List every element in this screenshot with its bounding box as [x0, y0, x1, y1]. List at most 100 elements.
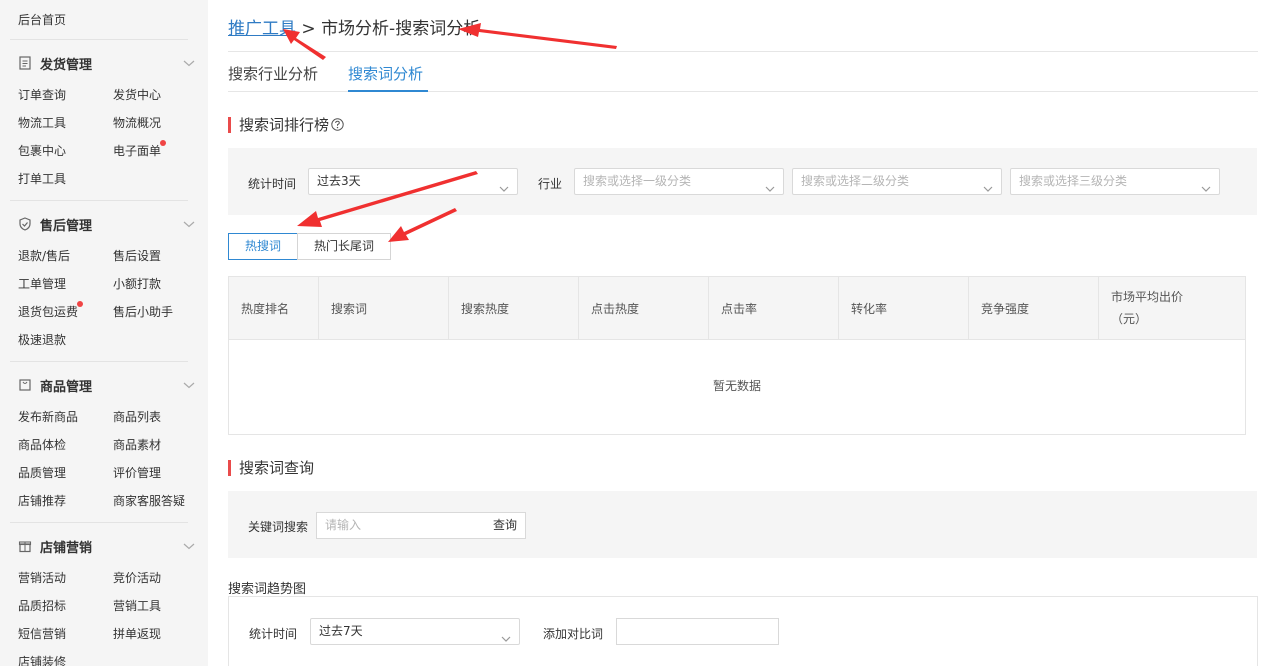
- sidebar-group-header[interactable]: 商品管理: [18, 376, 196, 395]
- divider: [228, 51, 1258, 52]
- compare-word-input[interactable]: [616, 618, 779, 645]
- time-label: 统计时间: [248, 177, 297, 191]
- column-header: 竞争强度: [969, 277, 1099, 339]
- category-3-select[interactable]: 搜索或选择三级分类: [1010, 168, 1220, 195]
- chevron-down-icon: [765, 177, 775, 192]
- column-header: 搜索词: [319, 277, 449, 339]
- chevron-down-icon[interactable]: [182, 540, 196, 550]
- column-header: 点击热度: [579, 277, 709, 339]
- trend-time-select[interactable]: 过去7天: [310, 618, 520, 645]
- sidebar-item-store-recommend[interactable]: 店铺推荐: [18, 492, 66, 509]
- help-icon[interactable]: [331, 118, 344, 131]
- chevron-down-icon[interactable]: [182, 218, 196, 228]
- sidebar-item-shipping-center[interactable]: 发货中心: [113, 86, 161, 103]
- sidebar-item-refund[interactable]: 退款/售后: [18, 247, 70, 264]
- sidebar-item-logistics-tools[interactable]: 物流工具: [18, 114, 66, 131]
- column-header-unit: （元）: [1111, 312, 1148, 326]
- divider: [10, 522, 188, 523]
- sidebar-item-sms-marketing[interactable]: 短信营销: [18, 625, 66, 642]
- active-tab-indicator: [348, 90, 428, 92]
- compare-word-label: 添加对比词: [543, 627, 604, 641]
- trend-time-value: 过去7天: [319, 624, 363, 638]
- section-title-query: 搜索词查询: [228, 460, 314, 476]
- ranking-filter-bar: 统计时间 过去3天 行业 搜索或选择一级分类 搜索或选择二级分类 搜索或选择三级…: [228, 148, 1257, 215]
- column-header-text: 市场平均出价: [1111, 290, 1184, 304]
- long-tail-words-tab[interactable]: 热门长尾词: [297, 233, 391, 260]
- sidebar-item-logistics-overview[interactable]: 物流概况: [113, 114, 161, 131]
- tab-industry-analysis[interactable]: 搜索行业分析: [228, 63, 318, 84]
- category-2-placeholder: 搜索或选择二级分类: [801, 174, 910, 188]
- column-header-avg-bid: 市场平均出价 （元）: [1099, 277, 1245, 339]
- category-3-placeholder: 搜索或选择三级分类: [1019, 174, 1128, 188]
- sidebar-group-title: 售后管理: [40, 218, 93, 234]
- tab-search-word-analysis[interactable]: 搜索词分析: [348, 63, 423, 84]
- hot-words-tab[interactable]: 热搜词: [228, 233, 298, 260]
- sidebar-group-header[interactable]: 发货管理: [18, 54, 196, 73]
- chevron-down-icon[interactable]: [182, 379, 196, 389]
- sidebar-item-marketing-tools[interactable]: 营销工具: [113, 597, 161, 614]
- bag-icon: [18, 378, 32, 392]
- sidebar-item-return-shipping[interactable]: 退货包运费: [18, 301, 84, 320]
- chevron-down-icon: [1201, 177, 1211, 192]
- section-title-text: 搜索词排行榜: [239, 116, 330, 134]
- sidebar-item-quick-refund[interactable]: 极速退款: [18, 331, 66, 348]
- column-header: 搜索热度: [449, 277, 579, 339]
- category-1-placeholder: 搜索或选择一级分类: [583, 174, 692, 188]
- annotation-arrow: [458, 23, 617, 49]
- sidebar-item-aftersales-assistant[interactable]: 售后小助手: [113, 303, 173, 320]
- breadcrumb-link-promotion-tools[interactable]: 推广工具: [228, 19, 296, 39]
- sidebar-item-print-tool[interactable]: 打单工具: [18, 170, 66, 187]
- sidebar-item-product-checkup[interactable]: 商品体检: [18, 436, 66, 453]
- breadcrumb: 推广工具 > 市场分析-搜索词分析: [228, 14, 480, 39]
- chevron-down-icon: [983, 177, 993, 192]
- sidebar-item-quality-management[interactable]: 品质管理: [18, 464, 66, 481]
- sidebar: 后台首页 发货管理 订单查询 发货中心 物流工具 物流概况 包裹中心 电子面单 …: [0, 0, 208, 666]
- sidebar-home-link[interactable]: 后台首页: [18, 11, 66, 28]
- industry-label: 行业: [538, 177, 563, 191]
- time-select[interactable]: 过去3天: [308, 168, 518, 195]
- query-bar: 关键词搜索 请输入 查询: [228, 491, 1257, 558]
- divider: [10, 39, 188, 40]
- sidebar-item-aftersales-settings[interactable]: 售后设置: [113, 247, 161, 264]
- chevron-down-icon: [501, 627, 511, 642]
- sidebar-item-small-payment[interactable]: 小额打款: [113, 275, 161, 292]
- ranking-table: 热度排名 搜索词 搜索热度 点击热度 点击率 转化率 竞争强度 市场平均出价 （…: [228, 276, 1246, 435]
- column-header: 点击率: [709, 277, 839, 339]
- category-1-select[interactable]: 搜索或选择一级分类: [574, 168, 784, 195]
- document-icon: [18, 56, 32, 70]
- empty-state: 暂无数据: [712, 379, 761, 393]
- sidebar-item-product-materials[interactable]: 商品素材: [113, 436, 161, 453]
- sidebar-item-ticket-management[interactable]: 工单管理: [18, 275, 66, 292]
- keyword-input[interactable]: 请输入: [316, 512, 486, 539]
- sidebar-group-header[interactable]: 店铺营销: [18, 537, 196, 556]
- breadcrumb-current: 市场分析-搜索词分析: [321, 19, 481, 39]
- sidebar-group-title: 商品管理: [40, 379, 93, 395]
- sidebar-item-e-waybill[interactable]: 电子面单: [113, 140, 167, 159]
- sidebar-item-publish-product[interactable]: 发布新商品: [18, 408, 78, 425]
- sidebar-item-store-decoration[interactable]: 店铺装修: [18, 653, 66, 666]
- trend-chart-title: 搜索词趋势图: [228, 582, 307, 597]
- query-button[interactable]: 查询: [485, 512, 526, 539]
- sidebar-item-quality-bidding[interactable]: 品质招标: [18, 597, 66, 614]
- sidebar-item-marketing-events[interactable]: 营销活动: [18, 569, 66, 586]
- table-header: 热度排名 搜索词 搜索热度 点击热度 点击率 转化率 竞争强度 市场平均出价 （…: [229, 277, 1245, 340]
- sidebar-item-group-cashback[interactable]: 拼单返现: [113, 625, 161, 642]
- sidebar-item-parcel-center[interactable]: 包裹中心: [18, 142, 66, 159]
- trend-chart-panel: 统计时间 过去7天 添加对比词: [228, 596, 1258, 666]
- divider: [10, 200, 188, 201]
- sidebar-item-customer-qa[interactable]: 商家客服答疑: [113, 492, 185, 509]
- sidebar-item-bidding-events[interactable]: 竞价活动: [113, 569, 161, 586]
- chevron-down-icon[interactable]: [182, 57, 196, 67]
- keyword-label: 关键词搜索: [248, 520, 309, 534]
- sidebar-group-header[interactable]: 售后管理: [18, 215, 196, 234]
- sidebar-item-review-management[interactable]: 评价管理: [113, 464, 161, 481]
- sidebar-group-title: 发货管理: [40, 57, 93, 73]
- column-header: 热度排名: [229, 277, 319, 339]
- category-2-select[interactable]: 搜索或选择二级分类: [792, 168, 1002, 195]
- divider: [10, 361, 188, 362]
- shield-icon: [18, 217, 32, 231]
- sidebar-item-order-query[interactable]: 订单查询: [18, 86, 66, 103]
- chevron-down-icon: [499, 177, 509, 192]
- sidebar-item-product-list[interactable]: 商品列表: [113, 408, 161, 425]
- breadcrumb-separator: >: [301, 19, 316, 39]
